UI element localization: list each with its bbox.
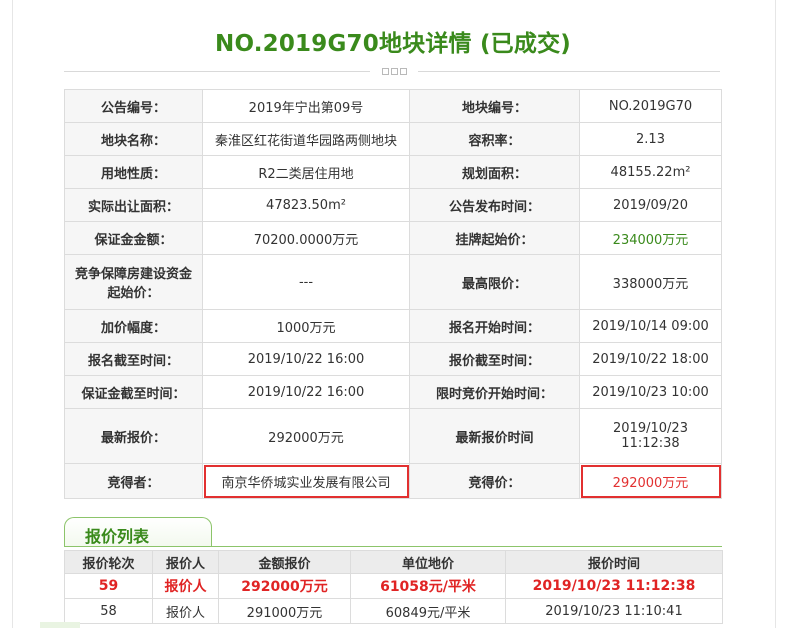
bid-list-underline (64, 546, 722, 547)
detail-row: 最新报价： 292000万元 最新报价时间 2019/10/23 11:12:38 (64, 408, 722, 464)
bid-cell: 291000万元 (218, 598, 351, 624)
detail-value: 2.13 (579, 122, 722, 156)
detail-value: 2019/10/23 11:12:38 (579, 408, 722, 464)
detail-label: 容积率： (409, 122, 580, 156)
detail-label: 公告发布时间： (409, 188, 580, 222)
detail-label: 最高限价： (409, 254, 580, 310)
detail-row: 用地性质： R2二类居住用地 规划面积： 48155.22m² (64, 155, 722, 189)
bid-cell: 58 (64, 598, 153, 624)
detail-label: 竞争保障房建设资金起始价： (64, 254, 203, 310)
detail-label: 加价幅度： (64, 309, 203, 343)
bid-cell: 报价人 (152, 598, 219, 624)
detail-label: 报名截至时间： (64, 342, 203, 376)
detail-label: 保证金金额： (64, 221, 203, 255)
detail-value: R2二类居住用地 (202, 155, 410, 189)
detail-value: 338000万元 (579, 254, 722, 310)
detail-value: 234000万元 (579, 221, 722, 255)
detail-value: 2019年宁出第09号 (202, 89, 410, 123)
detail-label: 竞得者： (64, 463, 203, 499)
detail-label: 地块名称： (64, 122, 203, 156)
footer-accent (40, 622, 80, 628)
page-title: NO.2019G70地块详情 (已成交) (215, 31, 571, 57)
detail-value: 2019/10/22 16:00 (202, 375, 410, 409)
detail-row: 保证金截至时间： 2019/10/22 16:00 限时竞价开始时间： 2019/10… (64, 375, 722, 409)
detail-value: 南京华侨城实业发展有限公司 (202, 463, 410, 499)
detail-value: --- (202, 254, 410, 310)
bid-cell: 2019/10/23 11:12:38 (505, 573, 723, 599)
bid-cell: 59 (64, 573, 153, 599)
detail-label: 挂牌起始价： (409, 221, 580, 255)
detail-row: 保证金金额： 70200.0000万元 挂牌起始价： 234000万元 (64, 221, 722, 255)
bid-column-header: 报价时间 (505, 550, 723, 574)
bid-column-header: 金额报价 (218, 550, 351, 574)
detail-value: 2019/09/20 (579, 188, 722, 222)
detail-row: 地块名称： 秦淮区红花街道华园路两侧地块 容积率： 2.13 (64, 122, 722, 156)
detail-label: 报价截至时间： (409, 342, 580, 376)
detail-value: 2019/10/14 09:00 (579, 309, 722, 343)
land-details-table: 公告编号： 2019年宁出第09号 地块编号： NO.2019G70 地块名称： 秦淮区红… (64, 89, 722, 499)
detail-row: 竞得者： 南京华侨城实业发展有限公司 竞得价： 292000万元 (64, 463, 722, 499)
bid-row: 58 报价人 291000万元 60849元/平米 2019/10/23 11:10:4… (64, 598, 723, 624)
detail-label: 地块编号： (409, 89, 580, 123)
bid-cell: 2019/10/23 11:10:41 (505, 598, 723, 624)
detail-row: 竞争保障房建设资金起始价： --- 最高限价： 338000万元 (64, 254, 722, 310)
detail-value: 292000万元 (579, 463, 722, 499)
detail-label: 竞得价： (409, 463, 580, 499)
detail-label: 最新报价： (64, 408, 203, 464)
bid-column-header: 报价人 (152, 550, 219, 574)
detail-row: 报名截至时间： 2019/10/22 16:00 报价截至时间： 2019/10/22… (64, 342, 722, 376)
bid-list-tab[interactable]: 报价列表 (64, 517, 212, 547)
detail-label: 用地性质： (64, 155, 203, 189)
bid-cell: 60849元/平米 (350, 598, 506, 624)
detail-label: 报名开始时间： (409, 309, 580, 343)
detail-row: 公告编号： 2019年宁出第09号 地块编号： NO.2019G70 (64, 89, 722, 123)
detail-label: 保证金截至时间： (64, 375, 203, 409)
detail-label: 最新报价时间 (409, 408, 580, 464)
detail-value: 2019/10/23 10:00 (579, 375, 722, 409)
bid-column-header: 报价轮次 (64, 550, 153, 574)
detail-value: 2019/10/22 18:00 (579, 342, 722, 376)
detail-label: 实际出让面积： (64, 188, 203, 222)
bid-cell: 报价人 (152, 573, 219, 599)
bid-cell: 292000万元 (218, 573, 351, 599)
detail-value: 292000万元 (202, 408, 410, 464)
detail-value: 70200.0000万元 (202, 221, 410, 255)
detail-value: 47823.50m² (202, 188, 410, 222)
bid-list-table: 报价轮次 报价人 金额报价 单位地价 报价时间 59 报价人 292000万元 61058元/… (64, 550, 723, 624)
detail-row: 实际出让面积： 47823.50m² 公告发布时间： 2019/09/20 (64, 188, 722, 222)
detail-label: 公告编号： (64, 89, 203, 123)
detail-label: 限时竞价开始时间： (409, 375, 580, 409)
detail-value: 1000万元 (202, 309, 410, 343)
bid-column-header: 单位地价 (350, 550, 506, 574)
detail-row: 加价幅度： 1000万元 报名开始时间： 2019/10/14 09:00 (64, 309, 722, 343)
detail-label: 规划面积： (409, 155, 580, 189)
divider-ornament (370, 64, 418, 78)
detail-value: 秦淮区红花街道华园路两侧地块 (202, 122, 410, 156)
bid-cell: 61058元/平米 (350, 573, 506, 599)
bid-list-title: 报价列表 (85, 527, 150, 546)
bid-row: 59 报价人 292000万元 61058元/平米 2019/10/23 11:12:3… (64, 573, 723, 599)
detail-value: NO.2019G70 (579, 89, 722, 123)
detail-value: 48155.22m² (579, 155, 722, 189)
detail-value: 2019/10/22 16:00 (202, 342, 410, 376)
